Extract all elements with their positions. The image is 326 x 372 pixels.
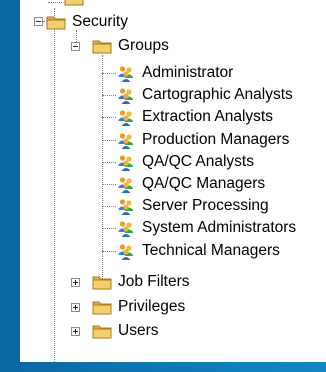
tree-connector bbox=[54, 8, 55, 362]
expand-toggle[interactable] bbox=[71, 327, 80, 336]
users-group-icon bbox=[116, 85, 136, 105]
tree-connector bbox=[102, 117, 116, 119]
tree-connector bbox=[102, 73, 116, 74]
users-group-icon bbox=[116, 107, 136, 127]
tree-node-group[interactable]: Technical Managers bbox=[116, 240, 280, 262]
tree-node-label: System Administrators bbox=[142, 219, 297, 237]
tree-node-label: Groups bbox=[118, 37, 169, 54]
tree-node-label: Cartographic Analysts bbox=[142, 86, 293, 104]
groups-folder-icon bbox=[92, 36, 112, 56]
tree-connector bbox=[102, 95, 116, 97]
tree-node-label: Job Filters bbox=[118, 273, 190, 290]
screenshot-frame: Security Groups Administrator Cartographi… bbox=[0, 0, 326, 372]
tree-node-label: Production Managers bbox=[142, 130, 290, 148]
tree-node-folder[interactable]: Privileges bbox=[92, 296, 185, 318]
tree-node-group[interactable]: Administrator bbox=[116, 62, 233, 84]
tree-node-group[interactable]: Extraction Analysts bbox=[116, 106, 273, 128]
job-filters-folder-icon bbox=[92, 272, 112, 292]
users-group-icon bbox=[116, 241, 136, 261]
tree-node-group[interactable]: Production Managers bbox=[116, 129, 289, 151]
tree-node-label: Privileges bbox=[118, 297, 186, 315]
users-group-icon bbox=[116, 218, 136, 238]
tree-node-folder[interactable]: Users bbox=[92, 320, 158, 342]
tree-node-group[interactable]: System Administrators bbox=[116, 217, 296, 239]
tree-node-groups[interactable]: Groups bbox=[92, 35, 169, 57]
tree-node-label: Server Processing bbox=[142, 197, 269, 215]
security-folder-icon bbox=[46, 12, 66, 32]
tree-node-label: Technical Managers bbox=[142, 241, 280, 259]
users-group-icon bbox=[116, 174, 136, 194]
tree-node-group[interactable]: QA/QC Analysts bbox=[116, 151, 254, 173]
expand-toggle[interactable] bbox=[71, 278, 80, 287]
expand-toggle[interactable] bbox=[71, 302, 80, 312]
tree-node-label: Extraction Analysts bbox=[142, 108, 273, 126]
tree-connector bbox=[48, 2, 62, 3]
tree-node-label: QA/QC Analysts bbox=[142, 152, 254, 170]
tree-node-label: Users bbox=[118, 322, 159, 339]
tree-connector bbox=[102, 184, 116, 185]
tree-node-security[interactable]: Security bbox=[46, 11, 128, 33]
tree-connector bbox=[102, 55, 103, 287]
users-folder-icon bbox=[92, 321, 112, 341]
tree-node-group[interactable]: QA/QC Managers bbox=[116, 173, 265, 195]
tree-connector bbox=[102, 161, 116, 163]
folder-icon bbox=[64, 0, 84, 8]
tree-connector bbox=[102, 139, 116, 141]
tree-node-label: QA/QC Managers bbox=[142, 175, 266, 192]
tree-node-label: Administrator bbox=[142, 64, 234, 81]
tree-connector bbox=[102, 250, 116, 252]
users-group-icon bbox=[116, 152, 136, 172]
tree-connector bbox=[102, 228, 116, 230]
groups-collapse-toggle[interactable] bbox=[71, 42, 80, 51]
users-group-icon bbox=[116, 63, 136, 83]
users-group-icon bbox=[116, 130, 136, 150]
users-group-icon bbox=[116, 196, 136, 216]
privileges-folder-icon bbox=[92, 297, 112, 317]
tree-node-folder[interactable]: Job Filters bbox=[92, 271, 190, 293]
tree-node-group[interactable]: Server Processing bbox=[116, 195, 269, 217]
tree-connector bbox=[102, 206, 116, 208]
security-tree-view[interactable]: Security Groups Administrator Cartographi… bbox=[20, 0, 326, 362]
security-collapse-toggle[interactable] bbox=[34, 17, 43, 26]
tree-node-group[interactable]: Cartographic Analysts bbox=[116, 84, 293, 106]
tree-node-label: Security bbox=[72, 13, 128, 30]
